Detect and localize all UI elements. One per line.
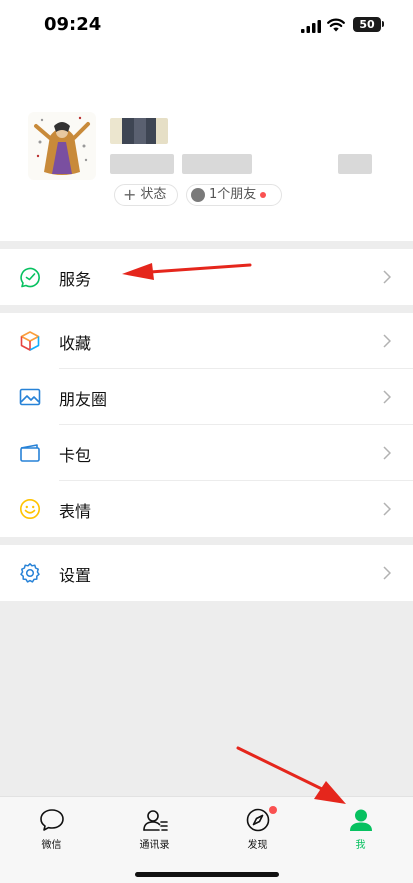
chevron-right-icon — [383, 446, 391, 460]
chevron-right-icon — [383, 270, 391, 284]
chat-bubble-icon — [40, 809, 64, 831]
menu-item-stickers[interactable]: 表情 — [0, 481, 413, 537]
status-time: 09:24 — [44, 14, 102, 35]
menu-label-moments: 朋友圈 — [59, 390, 108, 409]
contacts-icon — [143, 810, 168, 831]
tab-label-contacts: 通讯录 — [139, 840, 170, 851]
friends-chip-label: 1个朋友 — [209, 187, 257, 202]
compass-icon — [246, 808, 270, 832]
menu-item-cards[interactable]: 卡包 — [0, 425, 413, 481]
bottom-tab-bar: 微信 通讯录 发现 我 — [0, 796, 413, 883]
menu-item-favorites[interactable]: 收藏 — [0, 313, 413, 369]
friend-avatar-icon — [191, 188, 205, 202]
smiley-icon — [20, 499, 40, 519]
tab-label-discover: 发现 — [247, 840, 268, 851]
services-icon — [20, 267, 40, 288]
status-chip-label: 状态 — [140, 187, 167, 202]
cellular-signal-icon — [301, 20, 321, 33]
add-status-button[interactable]: + 状态 — [114, 184, 178, 206]
battery-nub — [382, 21, 384, 27]
menu-label-cards: 卡包 — [59, 446, 92, 465]
battery-indicator: 50 — [353, 17, 381, 32]
menu-item-services[interactable]: 服务 — [0, 249, 413, 305]
gear-icon — [20, 563, 40, 583]
menu-item-moments[interactable]: 朋友圈 — [0, 369, 413, 425]
discover-unread-dot — [269, 806, 277, 814]
moments-picture-icon — [19, 388, 41, 406]
chevron-right-icon — [383, 390, 391, 404]
wechat-id-redacted — [182, 154, 252, 174]
person-icon — [350, 809, 372, 831]
menu-label-favorites: 收藏 — [59, 334, 92, 353]
menu-item-settings[interactable]: 设置 — [0, 545, 413, 601]
chevron-right-icon — [383, 502, 391, 516]
wifi-icon — [327, 18, 345, 32]
profile-header[interactable]: + 状态 1个朋友 — [0, 50, 413, 241]
unread-dot — [260, 192, 267, 198]
chevron-right-icon — [383, 566, 391, 580]
avatar-illustration — [28, 112, 96, 180]
qr-code-redacted[interactable] — [338, 154, 372, 174]
menu-label-services: 服务 — [59, 270, 92, 289]
friends-status-chip[interactable]: 1个朋友 — [186, 184, 282, 206]
tab-label-me: 我 — [355, 840, 366, 851]
plus-icon: + — [123, 185, 137, 204]
wechat-id-redacted — [110, 154, 174, 174]
tab-label-chats: 微信 — [41, 840, 62, 851]
status-bar: 09:24 50 — [0, 0, 413, 50]
tab-contacts[interactable]: 通讯录 — [103, 797, 206, 857]
avatar[interactable] — [28, 112, 96, 180]
home-indicator — [135, 872, 279, 877]
tab-chats[interactable]: 微信 — [0, 797, 103, 857]
favorites-cube-icon — [20, 331, 40, 351]
menu-label-stickers: 表情 — [59, 502, 92, 521]
chevron-right-icon — [383, 334, 391, 348]
tab-discover[interactable]: 发现 — [206, 797, 309, 857]
tab-me[interactable]: 我 — [309, 797, 412, 857]
nickname-redacted — [110, 118, 168, 144]
card-wallet-icon — [20, 444, 40, 462]
menu-label-settings: 设置 — [59, 566, 92, 585]
